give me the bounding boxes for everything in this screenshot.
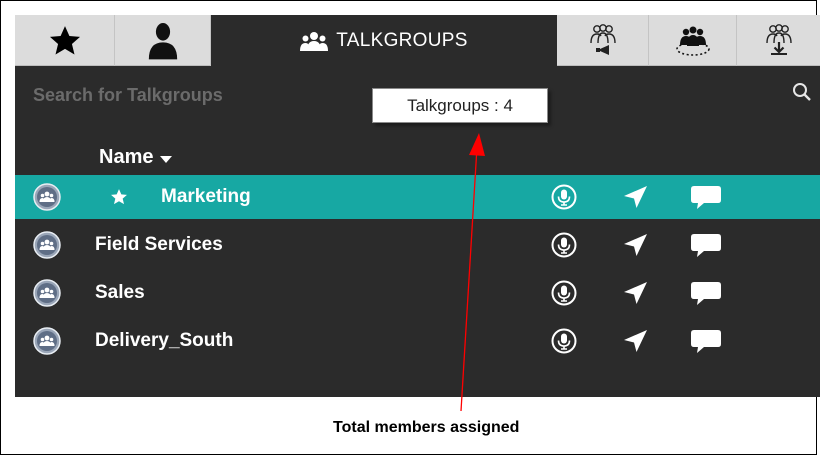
talkgroup-name: Marketing — [161, 186, 251, 207]
talkgroup-avatar-icon — [33, 231, 61, 259]
tab-contacts[interactable] — [115, 15, 211, 66]
message-bubble-icon[interactable] — [690, 328, 722, 361]
tab-broadcast[interactable] — [557, 15, 649, 66]
talkgroup-row[interactable]: Delivery_South — [15, 319, 820, 363]
person-icon — [148, 22, 177, 59]
message-bubble-icon[interactable] — [690, 184, 722, 217]
ptt-mic-icon[interactable] — [550, 327, 578, 360]
group-download-icon — [766, 23, 792, 55]
location-arrow-icon[interactable] — [621, 231, 649, 264]
talkgroup-avatar-icon — [33, 327, 61, 355]
figure-frame: TALKGROUPS Search for Talkgroups Talkgro… — [0, 0, 820, 455]
group-icon — [300, 31, 329, 51]
tab-favorites[interactable] — [15, 15, 115, 66]
ptt-mic-icon[interactable] — [550, 231, 578, 264]
star-icon — [49, 25, 80, 54]
annotation-caption: Total members assigned — [333, 419, 520, 436]
tab-talkgroups-label: TALKGROUPS — [336, 29, 468, 51]
talkgroups-count-tooltip: Talkgroups : 4 — [372, 88, 548, 123]
favorite-star-icon[interactable] — [110, 188, 128, 211]
tab-talkgroups[interactable]: TALKGROUPS — [211, 15, 557, 66]
talkgroup-name: Delivery_South — [95, 330, 234, 351]
tab-group-call[interactable] — [649, 15, 737, 66]
sort-caret-icon — [160, 156, 173, 163]
tab-bar: TALKGROUPS — [15, 15, 820, 66]
talkgroup-row[interactable]: Field Services — [15, 223, 820, 267]
name-column-header[interactable]: Name — [99, 146, 173, 169]
talkgroup-row[interactable]: Sales — [15, 271, 820, 315]
location-arrow-icon[interactable] — [621, 279, 649, 312]
location-arrow-icon[interactable] — [621, 327, 649, 360]
ptt-mic-icon[interactable] — [550, 279, 578, 312]
search-input[interactable]: Search for Talkgroups — [33, 85, 223, 106]
ptt-mic-icon[interactable] — [550, 183, 578, 216]
location-arrow-icon[interactable] — [621, 183, 649, 216]
talkgroup-row[interactable]: Marketing — [15, 175, 820, 219]
talkgroup-avatar-icon — [33, 279, 61, 307]
talkgroup-name: Sales — [95, 282, 145, 303]
talkgroup-name: Field Services — [95, 234, 223, 255]
search-icon[interactable] — [791, 81, 813, 103]
talkgroups-panel: TALKGROUPS Search for Talkgroups Talkgro… — [15, 15, 820, 397]
tab-group-download[interactable] — [737, 15, 820, 66]
message-bubble-icon[interactable] — [690, 280, 722, 313]
message-bubble-icon[interactable] — [690, 232, 722, 265]
name-column-label: Name — [99, 146, 154, 168]
talkgroup-avatar-icon — [33, 183, 61, 211]
group-circle-icon — [675, 26, 710, 56]
group-broadcast-icon — [589, 23, 616, 55]
